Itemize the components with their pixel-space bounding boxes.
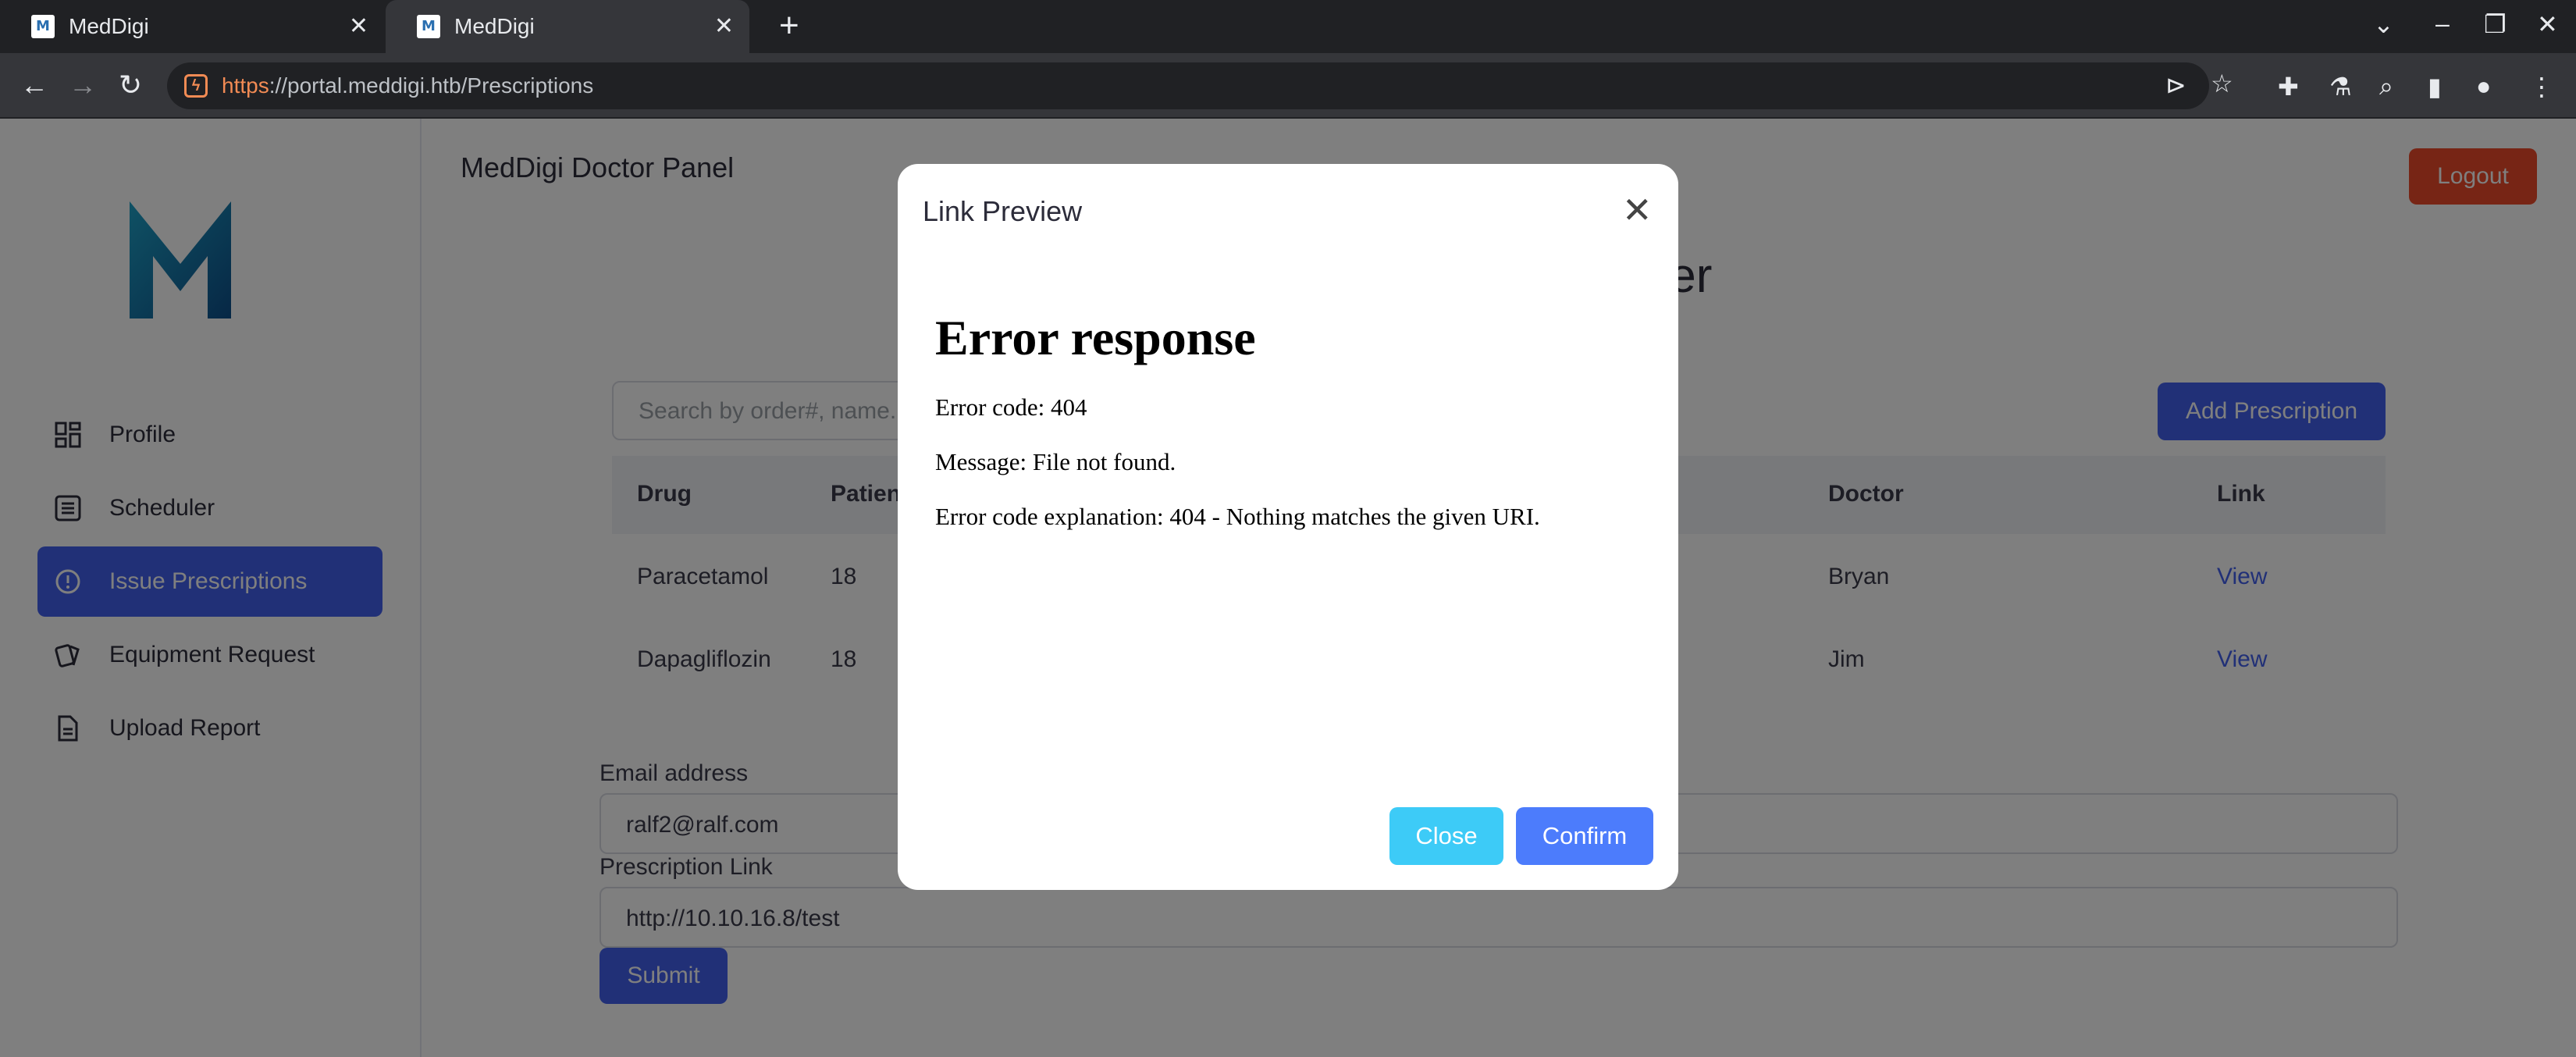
tab-close-icon[interactable]: ✕ [349,12,368,40]
browser-toolbar: ← → ↻ ϟ https://portal.meddigi.htb/Presc… [0,53,2576,119]
error-message: Message: File not found. [935,448,1176,475]
not-secure-icon[interactable]: ϟ [184,74,208,98]
page: Profile Scheduler Issue Prescriptions Eq… [0,119,2576,1057]
bookmark-star-icon[interactable]: ☆ [2211,69,2233,98]
extensions-icon[interactable]: ✚ [2278,72,2299,101]
tab-title: MedDigi [454,14,535,38]
meddigi-favicon-icon [417,15,440,38]
preview-frame: Error response Error code: 404 Message: … [935,309,1653,621]
meddigi-favicon-icon [31,15,55,38]
minimize-icon[interactable]: – [2435,9,2450,38]
tab-title: MedDigi [69,14,149,38]
confirm-button[interactable]: Confirm [1516,807,1653,865]
browser-tab[interactable]: MedDigi ✕ [0,0,384,53]
window-close-icon[interactable]: ✕ [2537,9,2558,39]
close-icon[interactable]: ✕ [1622,192,1653,228]
browser-tab-bar: MedDigi ✕ MedDigi ✕ + ⌄ – ❐ ✕ [0,0,2576,53]
browser-tab-active[interactable]: MedDigi ✕ [386,0,749,53]
error-heading: Error response [935,310,1256,365]
menu-kebab-icon[interactable]: ⋮ [2529,72,2554,101]
tab-close-icon[interactable]: ✕ [714,12,734,40]
restore-icon[interactable]: ❐ [2484,9,2507,39]
modal-title: Link Preview [923,195,1083,227]
new-tab-icon[interactable]: + [779,6,799,45]
reload-icon[interactable]: ↻ [119,69,142,101]
side-panel-icon[interactable]: ▮ [2428,72,2442,101]
zoom-icon[interactable]: ⌕ [2379,72,2393,101]
address-bar[interactable]: ϟ https://portal.meddigi.htb/Prescriptio… [167,62,2233,109]
error-explanation: Error code explanation: 404 - Nothing ma… [935,503,1540,530]
url-text: https://portal.meddigi.htb/Prescriptions [222,73,594,98]
close-button[interactable]: Close [1389,807,1503,865]
forward-icon[interactable]: → [69,69,97,101]
link-preview-modal: Link Preview ✕ Error response Error code… [898,164,1678,890]
send-icon[interactable]: ⊳ [2165,70,2186,100]
profile-icon[interactable]: ● [2476,72,2491,101]
error-code: Error code: 404 [935,393,1087,421]
back-icon[interactable]: ← [20,69,48,101]
tab-search-chevron-icon[interactable]: ⌄ [2373,9,2394,39]
lab-flask-icon[interactable]: ⚗ [2329,72,2352,101]
